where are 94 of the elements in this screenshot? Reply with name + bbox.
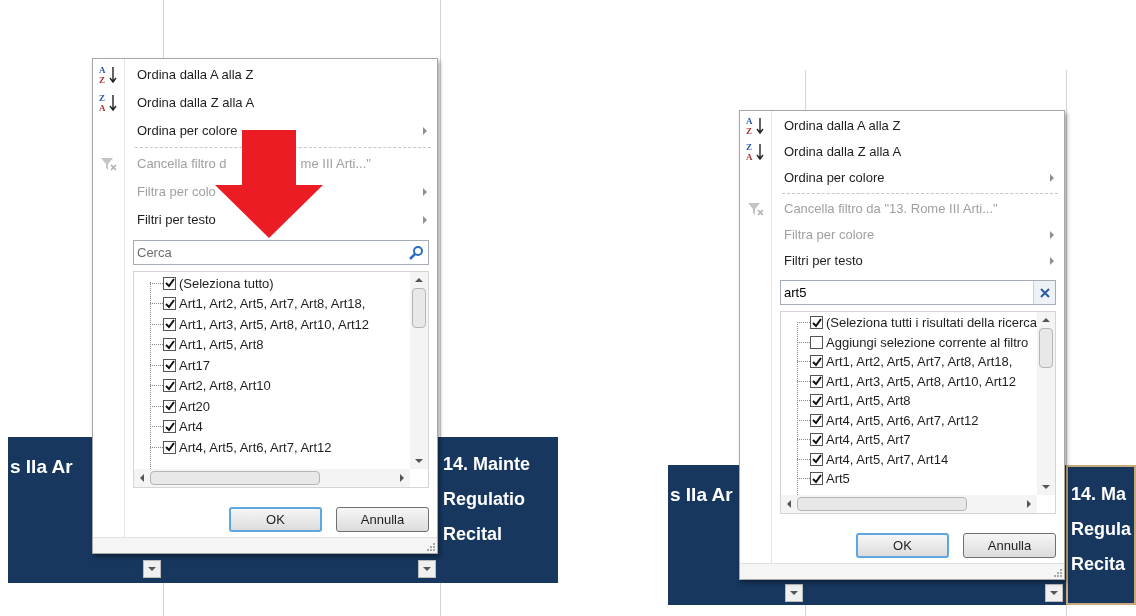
submenu-arrow-icon [1050, 257, 1054, 265]
checkbox[interactable] [163, 379, 176, 393]
filter-dropdown-button[interactable] [143, 560, 161, 578]
submenu-arrow-icon [423, 216, 427, 224]
header-text: Regula [1071, 518, 1131, 541]
header-text: 14. Mainte [443, 453, 531, 476]
checkbox[interactable] [163, 297, 176, 311]
clear-filter-icon [100, 156, 118, 172]
dialog-button[interactable]: Annulla [963, 533, 1056, 558]
menu-item-label: Cancella filtro d [137, 155, 227, 174]
menu-item-label: Ordina dalla A alla Z [137, 66, 254, 85]
vertical-scrollbar[interactable] [1037, 312, 1055, 495]
list-item-label[interactable]: (Seleziona tutto) [179, 273, 274, 293]
checkbox[interactable] [163, 440, 176, 454]
header-text: s IIa Ar [670, 484, 733, 505]
menu-item[interactable]: Ordina per colore [740, 165, 1064, 191]
list-item-label[interactable]: Art4 [179, 417, 203, 437]
menu-item-label: Cancella filtro da "13. Rome III Arti..." [784, 200, 998, 219]
header-text: Recita [1071, 553, 1126, 576]
list-item-label[interactable]: Art4, Art5, Art6, Art7, Art12 [179, 437, 332, 457]
menu-item[interactable]: Filtri per testo [93, 206, 437, 234]
list-item-label[interactable]: Art20 [179, 396, 211, 416]
resize-grip-icon [1054, 569, 1062, 577]
horizontal-scrollbar[interactable] [134, 469, 410, 487]
menu-item-label: Ordina dalla A alla Z [784, 117, 901, 136]
checkbox[interactable] [810, 316, 823, 330]
header-text: s IIa Ar [10, 456, 73, 477]
menu-item[interactable]: Z A Ordina dalla Z alla A [93, 89, 437, 117]
list-item-label[interactable]: Art1, Art5, Art8 [179, 335, 264, 355]
list-item-label[interactable]: Art2, Art8, Art10 [179, 376, 271, 396]
checkbox[interactable] [163, 276, 176, 290]
list-item-label[interactable]: Art1, Art5, Art8 [826, 391, 911, 411]
menu-item-label: Ordina dalla Z alla A [137, 94, 255, 113]
menu-item[interactable]: Ordina per colore [93, 117, 437, 145]
menu-item[interactable]: Z A Ordina dalla Z alla A [740, 139, 1064, 165]
list-item-label[interactable]: Art1, Art3, Art5, Art8, Art10, Art12 [826, 371, 1017, 391]
list-item-label[interactable]: Art1, Art3, Art5, Art8, Art10, Art12 [179, 314, 370, 334]
menu-item[interactable]: Filtri per testo [740, 248, 1064, 274]
menu-item[interactable]: A Z Ordina dalla A alla Z [740, 113, 1064, 139]
search-icon [408, 244, 424, 261]
list-item-label[interactable]: Art1, Art2, Art5, Art7, Art8, Art18, [826, 352, 1013, 372]
menu-item-label: me III Arti..." [300, 155, 371, 174]
menu-item-label: Filtra per colore [784, 226, 875, 245]
resize-grip-icon [427, 543, 435, 551]
list-item-label[interactable]: Art4, Art5, Art7, Art14 [826, 449, 949, 469]
filter-dropdown-button[interactable] [418, 560, 436, 578]
search-field[interactable]: art5 [780, 280, 1056, 305]
list-item-label[interactable]: Art17 [179, 355, 211, 375]
horizontal-scrollbar[interactable] [781, 495, 1037, 513]
checkbox[interactable] [810, 374, 823, 388]
checkbox[interactable] [810, 394, 823, 408]
menu-item-label: Ordina per colore [137, 122, 238, 141]
menu-item-label: Filtri per testo [784, 252, 863, 271]
checkbox[interactable] [163, 420, 176, 434]
menu-item-label: Ordina per colore [784, 169, 885, 188]
vertical-scrollbar[interactable] [410, 272, 428, 469]
dialog-button[interactable]: Annulla [336, 507, 429, 532]
checkbox[interactable] [810, 433, 823, 447]
menu-item-label: Ordina dalla Z alla A [784, 143, 902, 162]
checkbox[interactable] [163, 399, 176, 413]
checkbox[interactable] [810, 413, 823, 427]
submenu-arrow-icon [423, 188, 427, 196]
search-field[interactable]: Cerca [133, 240, 429, 265]
filter-dropdown-button[interactable] [785, 584, 803, 602]
list-item-label[interactable]: Art1, Art2, Art5, Art7, Art8, Art18, [179, 294, 366, 314]
list-item-label[interactable]: Art5 [826, 469, 850, 489]
list-item-label[interactable]: Art4, Art5, Art7 [826, 430, 911, 450]
search-input[interactable]: art5 [781, 282, 1033, 303]
checkbox[interactable] [810, 335, 823, 349]
menu-item[interactable]: A Z Ordina dalla A alla Z [93, 61, 437, 89]
clear-filter-icon [747, 201, 765, 217]
checkbox[interactable] [163, 338, 176, 352]
checkbox[interactable] [810, 355, 823, 369]
clear-search-button[interactable] [1033, 281, 1055, 304]
submenu-arrow-icon [1050, 231, 1054, 239]
menu-item-label: Filtri per testo [137, 211, 216, 230]
search-input[interactable]: Cerca [134, 242, 408, 263]
list-item-label[interactable]: (Seleziona tutti i risultati della ricerca [826, 313, 1037, 333]
header-text: Regulatio [443, 488, 525, 511]
checkbox[interactable] [163, 358, 176, 372]
checkbox[interactable] [810, 472, 823, 486]
checkbox[interactable] [163, 317, 176, 331]
header-text: Recital [443, 523, 503, 546]
list-item-label[interactable]: Art4, Art5, Art6, Art7, Art12 [826, 410, 979, 430]
checkbox[interactable] [810, 452, 823, 466]
menu-item-label: Filtra per colo [137, 183, 216, 202]
filter-dropdown-button[interactable] [1045, 584, 1063, 602]
submenu-arrow-icon [1050, 174, 1054, 182]
close-icon [1039, 287, 1050, 298]
list-item-label[interactable]: Aggiungi selezione corrente al filtro [826, 332, 1029, 352]
submenu-arrow-icon [423, 127, 427, 135]
header-text: 14. Ma [1071, 483, 1127, 506]
dialog-button[interactable]: OK [229, 507, 322, 532]
dialog-button[interactable]: OK [856, 533, 949, 558]
